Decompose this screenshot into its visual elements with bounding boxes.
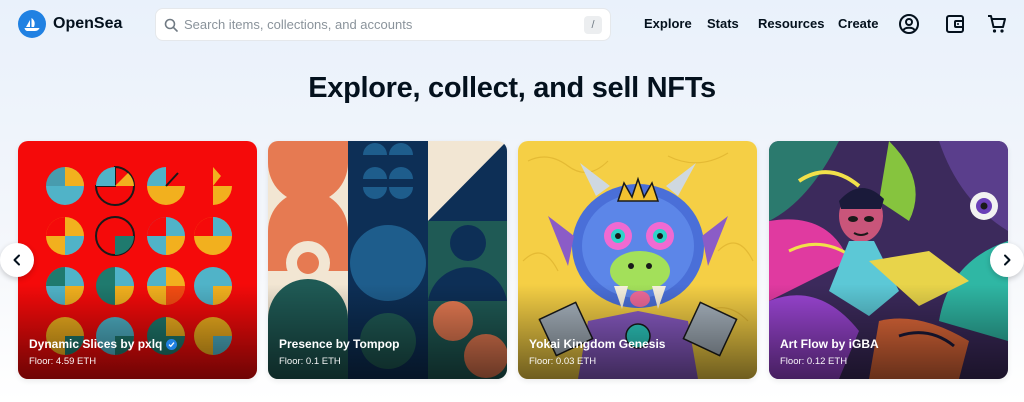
carousel-next-button[interactable]	[990, 243, 1024, 277]
search-bar[interactable]: /	[155, 8, 611, 41]
brand-name: OpenSea	[53, 15, 123, 32]
account-icon[interactable]	[897, 12, 921, 36]
collection-card-dynamic-slices[interactable]: Dynamic Slices by pxlq Floor: 4.59 ETH	[18, 141, 257, 379]
chevron-left-icon	[11, 254, 23, 266]
hero-title: Explore, collect, and sell NFTs	[308, 72, 716, 104]
collection-card-presence[interactable]: Presence by Tompop Floor: 0.1 ETH	[268, 141, 507, 379]
verified-badge-icon	[166, 338, 178, 350]
floor-price: Floor: 0.03 ETH	[529, 356, 597, 367]
collection-name: Presence by Tompop	[279, 337, 400, 351]
nav-resources[interactable]: Resources	[758, 16, 824, 31]
top-navbar: OpenSea / Explore Stats Resources Create	[0, 0, 1024, 48]
cart-icon[interactable]	[985, 12, 1009, 36]
brand-logo[interactable]: OpenSea	[18, 10, 122, 38]
search-icon	[164, 18, 178, 32]
card-info: Yokai Kingdom Genesis Floor: 0.03 ETH	[529, 337, 665, 367]
carousel-prev-button[interactable]	[0, 243, 34, 277]
chevron-right-icon	[1001, 254, 1013, 266]
collection-card-art-flow[interactable]: Art Flow by iGBA Floor: 0.12 ETH	[769, 141, 1008, 379]
card-title: Dynamic Slices by pxlq	[29, 337, 178, 351]
collection-name: Dynamic Slices by pxlq	[29, 337, 163, 351]
nav-explore[interactable]: Explore	[644, 16, 692, 31]
collection-name: Yokai Kingdom Genesis	[529, 337, 666, 351]
search-shortcut-key: /	[584, 15, 602, 34]
floor-price: Floor: 0.12 ETH	[780, 356, 848, 367]
floor-price: Floor: 4.59 ETH	[29, 356, 97, 367]
card-info: Dynamic Slices by pxlq Floor: 4.59 ETH	[29, 337, 178, 367]
search-input[interactable]	[184, 17, 584, 32]
collection-card-yokai-kingdom[interactable]: Yokai Kingdom Genesis Floor: 0.03 ETH	[518, 141, 757, 379]
floor-price: Floor: 0.1 ETH	[279, 356, 341, 367]
wallet-icon[interactable]	[943, 12, 967, 36]
opensea-logo-icon	[18, 10, 46, 38]
nav-stats[interactable]: Stats	[707, 16, 739, 31]
nav-create[interactable]: Create	[838, 16, 878, 31]
collection-name: Art Flow by iGBA	[780, 337, 879, 351]
card-info: Presence by Tompop Floor: 0.1 ETH	[279, 337, 399, 367]
card-info: Art Flow by iGBA Floor: 0.12 ETH	[780, 337, 879, 367]
